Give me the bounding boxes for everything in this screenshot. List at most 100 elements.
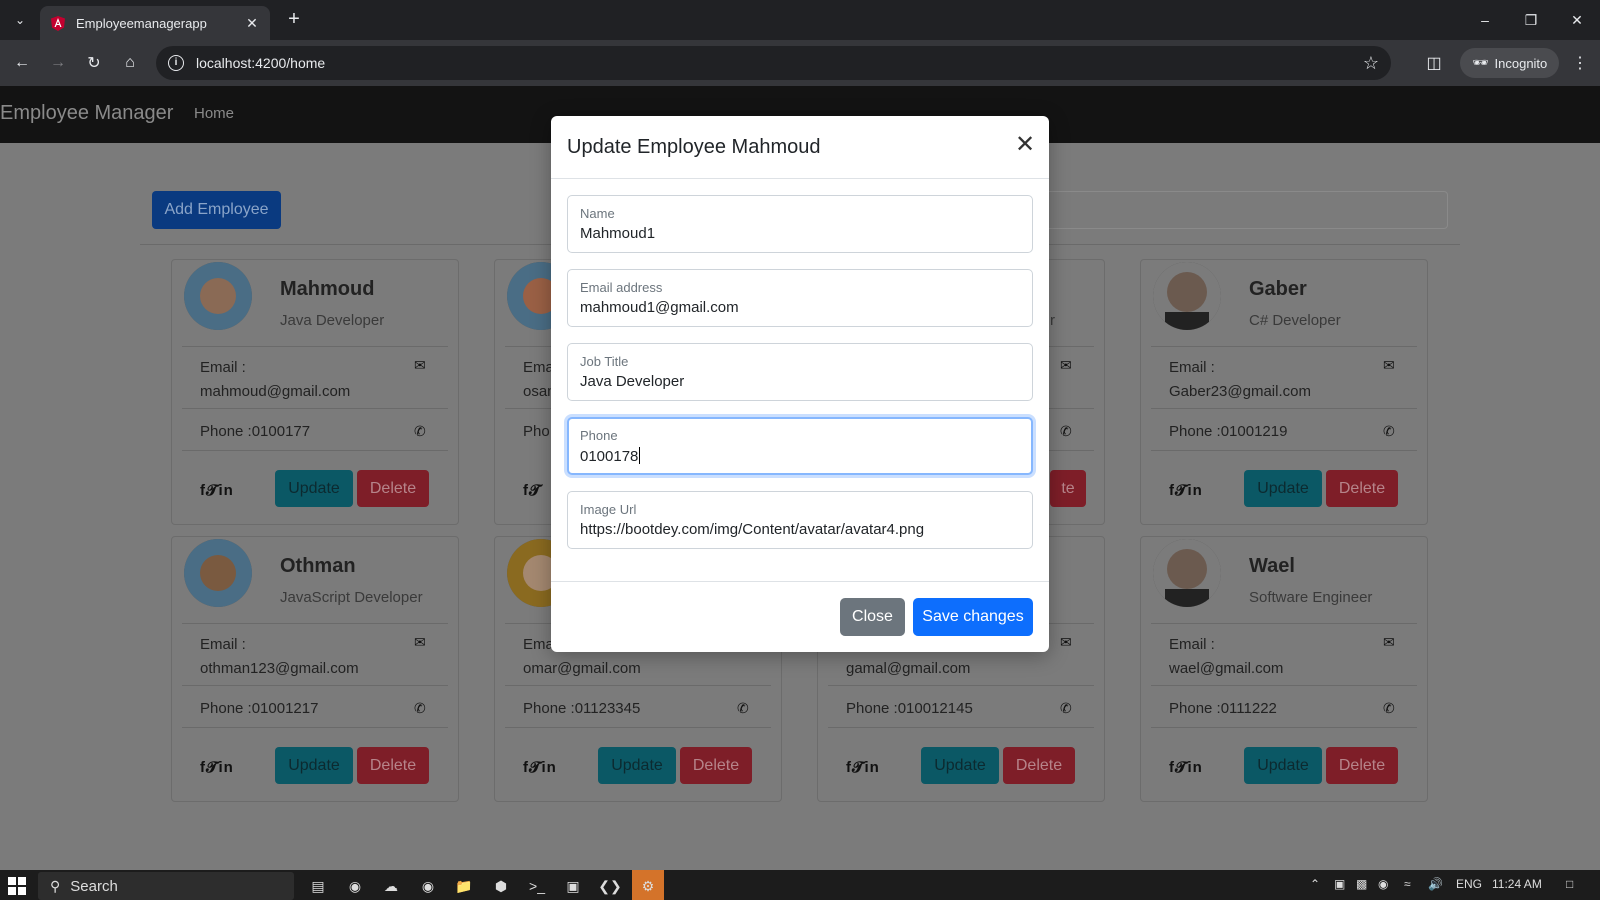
tab-close-icon[interactable]: ✕ bbox=[244, 15, 260, 32]
employee-card: Gaber C# Developer Email : Gaber23@gmail… bbox=[1140, 259, 1428, 525]
email-value[interactable]: mahmoud1@gmail.com bbox=[580, 299, 739, 316]
url-text[interactable]: localhost:4200/home bbox=[196, 55, 1363, 71]
incognito-badge[interactable]: 🕶 Incognito bbox=[1460, 48, 1560, 78]
window-close-icon[interactable]: ✕ bbox=[1554, 6, 1600, 34]
chrome-icon[interactable]: ◉ bbox=[413, 874, 443, 898]
update-button[interactable]: Update bbox=[1244, 470, 1322, 507]
social-icons[interactable]: f𝓣in bbox=[200, 482, 234, 499]
job-title-value[interactable]: Java Developer bbox=[580, 373, 684, 390]
envelope-icon: ✉ bbox=[1383, 634, 1395, 650]
update-button[interactable]: Update bbox=[275, 747, 353, 784]
home-icon[interactable]: ⌂ bbox=[116, 49, 144, 77]
tray-app-icon[interactable]: ▩ bbox=[1356, 877, 1367, 891]
phone-value[interactable]: 0100178 bbox=[580, 448, 638, 465]
volume-icon[interactable]: 🔊 bbox=[1428, 877, 1443, 891]
save-changes-button[interactable]: Save changes bbox=[913, 598, 1033, 636]
delete-button[interactable]: Delete bbox=[1326, 747, 1398, 784]
browser-menu-icon[interactable]: ⋮ bbox=[1566, 49, 1594, 77]
taskbar-search[interactable]: ⚲ Search bbox=[38, 872, 294, 900]
add-employee-button[interactable]: Add Employee bbox=[152, 191, 281, 229]
delete-button[interactable]: Delete bbox=[357, 470, 429, 507]
restore-icon[interactable]: ❐ bbox=[1508, 6, 1554, 34]
back-icon[interactable]: ← bbox=[8, 49, 36, 77]
name-field[interactable]: Name Mahmoud1 bbox=[567, 195, 1033, 253]
envelope-icon: ✉ bbox=[1060, 634, 1072, 650]
new-tab-icon[interactable]: + bbox=[282, 8, 306, 32]
tray-app-icon[interactable]: ▣ bbox=[1334, 877, 1345, 891]
email-label: Email : bbox=[1169, 636, 1215, 653]
delete-button[interactable]: Delete bbox=[357, 747, 429, 784]
reload-icon[interactable]: ↻ bbox=[80, 49, 108, 77]
nav-home-link[interactable]: Home bbox=[194, 105, 234, 122]
phone-icon: ✆ bbox=[414, 700, 426, 716]
employee-name: Mahmoud bbox=[280, 278, 375, 300]
windows-start-icon[interactable] bbox=[8, 877, 26, 895]
social-icons[interactable]: f𝓣 bbox=[523, 482, 542, 499]
wifi-icon[interactable]: ≈ bbox=[1404, 877, 1411, 891]
employee-search-input[interactable] bbox=[1040, 191, 1448, 229]
brand-link[interactable]: Employee Manager bbox=[0, 102, 173, 125]
app-icon[interactable]: ◉ bbox=[340, 874, 370, 898]
name-label: Name bbox=[580, 206, 615, 221]
site-info-icon[interactable]: i bbox=[168, 55, 184, 71]
close-icon[interactable]: ✕ bbox=[1013, 133, 1037, 157]
close-button[interactable]: Close bbox=[840, 598, 905, 636]
job-title-field[interactable]: Job Title Java Developer bbox=[567, 343, 1033, 401]
phone-icon: ✆ bbox=[1383, 423, 1395, 439]
notifications-icon[interactable]: □ bbox=[1566, 877, 1573, 891]
delete-button[interactable]: Delete bbox=[1326, 470, 1398, 507]
social-icons[interactable]: f𝓣in bbox=[200, 759, 234, 776]
address-bar[interactable]: i localhost:4200/home ☆ bbox=[156, 46, 1391, 80]
file-explorer-icon[interactable]: 📁 bbox=[449, 874, 479, 898]
chevron-up-icon[interactable]: ⌃ bbox=[1310, 877, 1320, 891]
social-icons[interactable]: f𝓣in bbox=[1169, 482, 1203, 499]
divider bbox=[182, 685, 448, 686]
email-value: wael@gmail.com bbox=[1169, 660, 1284, 677]
app-icon[interactable]: ☁ bbox=[376, 874, 406, 898]
envelope-icon: ✉ bbox=[1383, 357, 1395, 373]
terminal-icon[interactable]: >_ bbox=[522, 874, 552, 898]
bookmark-star-icon[interactable]: ☆ bbox=[1363, 53, 1379, 74]
email-value: Gaber23@gmail.com bbox=[1169, 383, 1311, 400]
update-button[interactable]: Update bbox=[1244, 747, 1322, 784]
phone-icon: ✆ bbox=[1383, 700, 1395, 716]
delete-button[interactable]: te bbox=[1050, 470, 1086, 507]
app-icon[interactable]: ⬢ bbox=[486, 874, 516, 898]
image-url-value[interactable]: https://bootdey.com/img/Content/avatar/a… bbox=[580, 521, 924, 538]
social-icons[interactable]: f𝓣in bbox=[846, 759, 880, 776]
language-indicator[interactable]: ENG bbox=[1456, 877, 1482, 891]
side-panel-icon[interactable]: ◫ bbox=[1420, 49, 1448, 77]
browser-tab[interactable]: Employeemanagerapp ✕ bbox=[40, 6, 270, 40]
avatar bbox=[1153, 262, 1221, 330]
update-button[interactable]: Update bbox=[275, 470, 353, 507]
update-employee-modal: Update Employee Mahmoud ✕ Name Mahmoud1 … bbox=[551, 116, 1049, 652]
app-icon[interactable]: ▣ bbox=[558, 874, 588, 898]
phone-value: Phone :010012145 bbox=[846, 700, 973, 717]
gear-icon[interactable]: ⚙ bbox=[633, 874, 663, 898]
vscode-icon[interactable]: ❮❯ bbox=[595, 874, 625, 898]
minimize-icon[interactable]: – bbox=[1462, 6, 1508, 34]
social-icons[interactable]: f𝓣in bbox=[1169, 759, 1203, 776]
delete-button[interactable]: Delete bbox=[680, 747, 752, 784]
forward-icon[interactable]: → bbox=[44, 49, 72, 77]
task-view-icon[interactable]: ▤ bbox=[303, 874, 333, 898]
phone-value-wrap[interactable]: 0100178 bbox=[580, 447, 641, 465]
envelope-icon: ✉ bbox=[414, 357, 426, 373]
clock[interactable]: 11:24 AM bbox=[1492, 877, 1542, 891]
delete-button[interactable]: Delete bbox=[1003, 747, 1075, 784]
divider bbox=[182, 450, 448, 451]
email-field[interactable]: Email address mahmoud1@gmail.com bbox=[567, 269, 1033, 327]
update-button[interactable]: Update bbox=[921, 747, 999, 784]
name-value[interactable]: Mahmoud1 bbox=[580, 225, 655, 242]
employee-job-title: C# Developer bbox=[1249, 312, 1341, 329]
divider bbox=[182, 623, 448, 624]
social-icons[interactable]: f𝓣in bbox=[523, 759, 557, 776]
tray-app-icon[interactable]: ◉ bbox=[1378, 877, 1388, 891]
tab-search-chevron-icon[interactable]: ⌄ bbox=[8, 8, 32, 32]
phone-field[interactable]: Phone 0100178 bbox=[567, 417, 1033, 475]
divider bbox=[505, 727, 771, 728]
phone-value: Phone :0100177 bbox=[200, 423, 311, 440]
phone-value: Phone :01123345 bbox=[523, 700, 641, 717]
update-button[interactable]: Update bbox=[598, 747, 676, 784]
image-url-field[interactable]: Image Url https://bootdey.com/img/Conten… bbox=[567, 491, 1033, 549]
